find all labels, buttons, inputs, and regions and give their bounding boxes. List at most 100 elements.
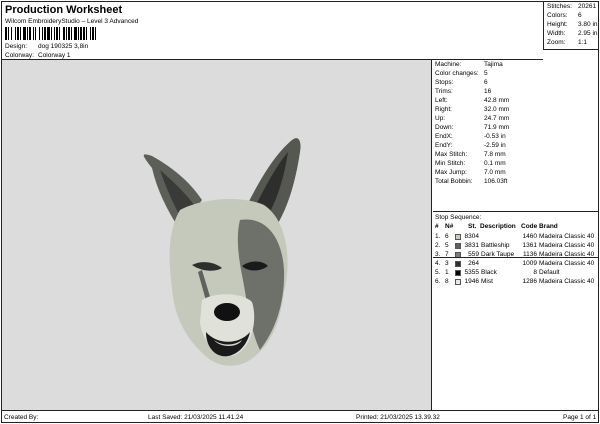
row-index: 2. — [435, 242, 441, 249]
color-changes-label: Color changes: — [435, 70, 479, 77]
stop-sequence-row: 4. 3 264 1009 Madeira Classic 40 — [435, 260, 598, 269]
design-label: Design: — [5, 43, 28, 50]
down-label: Down: — [435, 124, 454, 131]
row-needle: 8 — [445, 278, 449, 285]
color-swatch — [455, 234, 461, 240]
max-jump-row: Max Jump: 7.0 mm — [435, 169, 506, 176]
stop-sequence-title: Stop Sequence: — [435, 214, 482, 221]
stitches-value: 20261 — [578, 3, 597, 10]
total-bobbin-row: Total Bobbin: 106.03ft — [435, 178, 508, 185]
color-swatch — [455, 270, 461, 276]
row-code: 1286 — [522, 278, 537, 285]
stops-row: Stops: 6 — [435, 79, 488, 86]
endy-value: -2.59 in — [484, 142, 506, 149]
height-label: Height: — [547, 21, 568, 28]
row-code: 1009 — [522, 260, 537, 267]
row-needle: 3 — [445, 260, 449, 267]
right-value: 32.0 mm — [484, 106, 510, 113]
row-index: 1. — [435, 233, 441, 240]
total-bobbin-value: 106.03ft — [484, 178, 508, 185]
barcode — [5, 27, 129, 40]
col-brand: Brand — [539, 223, 558, 230]
left-label: Left: — [435, 97, 448, 104]
machine-value: Tajima — [484, 61, 503, 68]
col-stitches: St. — [468, 223, 477, 230]
min-stitch-row: Min Stitch: 0.1 mm — [435, 160, 506, 167]
max-stitch-value: 7.8 mm — [484, 151, 506, 158]
col-code: Code — [521, 223, 538, 230]
stitches-row: Stitches: 20261 — [547, 3, 596, 10]
stop-sequence-row: 3. 7 559 Dark Taupe 1136 Madeira Classic 40 — [435, 251, 598, 260]
colors-value: 6 — [578, 12, 582, 19]
machine-label: Machine: — [435, 61, 462, 68]
colorway-row: Colorway: Colorway 1 — [5, 52, 71, 59]
software-subtitle: Wilcom EmbroideryStudio – Level 3 Advanc… — [5, 18, 139, 25]
row-description: Mist — [481, 278, 493, 285]
stop-sequence: Stop Sequence: # N# St. Description Code… — [433, 211, 599, 285]
color-swatch — [455, 279, 461, 285]
color-swatch — [455, 261, 461, 267]
trims-value: 16 — [484, 88, 492, 95]
col-needle: N# — [445, 223, 454, 230]
row-brand: Madeira Classic 40 — [539, 260, 595, 267]
up-value: 24.7 mm — [484, 115, 510, 122]
width-label: Width: — [547, 30, 566, 37]
row-code: 8 — [533, 269, 537, 276]
col-index: # — [435, 223, 439, 230]
row-code: 1460 — [522, 233, 537, 240]
colors-row: Colors: 6 — [547, 12, 582, 19]
page-title: Production Worksheet — [5, 4, 123, 16]
max-stitch-row: Max Stitch: 7.8 mm — [435, 151, 506, 158]
header: Production Worksheet Wilcom EmbroiderySt… — [1, 1, 543, 60]
stop-sequence-row: 1. 6 8304 1460 Madeira Classic 40 — [435, 233, 598, 242]
row-brand: Default — [539, 269, 560, 276]
width-row: Width: 2.95 in — [547, 30, 598, 37]
endx-row: EndX: -0.53 in — [435, 133, 506, 140]
zoom-value: 1:1 — [578, 39, 588, 46]
row-index: 5. — [435, 269, 441, 276]
row-brand: Madeira Classic 40 — [539, 242, 595, 249]
row-description: Battleship — [481, 242, 510, 249]
row-brand: Madeira Classic 40 — [539, 278, 595, 285]
printed-date: Printed: 21/03/2025 13.39.32 — [356, 414, 440, 421]
created-by: Created By: — [4, 414, 39, 421]
page-number: Page 1 of 1 — [563, 414, 597, 421]
row-needle: 1 — [445, 269, 449, 276]
endy-row: EndY: -2.59 in — [435, 142, 506, 149]
row-needle: 6 — [445, 233, 449, 240]
row-brand: Madeira Classic 40 — [539, 233, 595, 240]
sequence-divider — [433, 257, 599, 258]
stats-box: Stitches: 20261 Colors: 6 Height: 3.80 in W… — [543, 1, 599, 50]
min-stitch-value: 0.1 mm — [484, 160, 506, 167]
up-row: Up: 24.7 mm — [435, 115, 509, 122]
endy-label: EndY: — [435, 142, 453, 149]
left-row: Left: 42.8 mm — [435, 97, 509, 104]
max-jump-label: Max Jump: — [435, 169, 467, 176]
zoom-row: Zoom: 1:1 — [547, 39, 587, 46]
max-jump-value: 7.0 mm — [484, 169, 506, 176]
colorway-label: Colorway: — [5, 52, 34, 59]
zoom-label: Zoom: — [547, 39, 566, 46]
right-row: Right: 32.0 mm — [435, 106, 509, 113]
endx-value: -0.53 in — [484, 133, 506, 140]
down-row: Down: 71.9 mm — [435, 124, 509, 131]
design-value: dog 190325 3,8in — [38, 43, 89, 50]
stop-sequence-row: 2. 5 3831 Battleship 1361 Madeira Classic 40 — [435, 242, 598, 251]
right-label: Right: — [435, 106, 452, 113]
row-index: 6. — [435, 278, 441, 285]
stops-label: Stops: — [435, 79, 454, 86]
row-description: Black — [481, 269, 497, 276]
design-preview — [2, 60, 432, 410]
footer: Created By: Last Saved: 21/03/2025 11.41… — [1, 410, 599, 423]
design-row: Design: dog 190325 3,8in — [5, 43, 88, 50]
colorway-value: Colorway 1 — [38, 52, 71, 59]
max-stitch-label: Max Stitch: — [435, 151, 468, 158]
colors-label: Colors: — [547, 12, 568, 19]
down-value: 71.9 mm — [484, 124, 510, 131]
endx-label: EndX: — [435, 133, 453, 140]
height-value: 3.80 in — [578, 21, 598, 28]
trims-label: Trims: — [435, 88, 453, 95]
stitches-label: Stitches: — [547, 3, 572, 10]
up-label: Up: — [435, 115, 446, 122]
min-stitch-label: Min Stitch: — [435, 160, 466, 167]
